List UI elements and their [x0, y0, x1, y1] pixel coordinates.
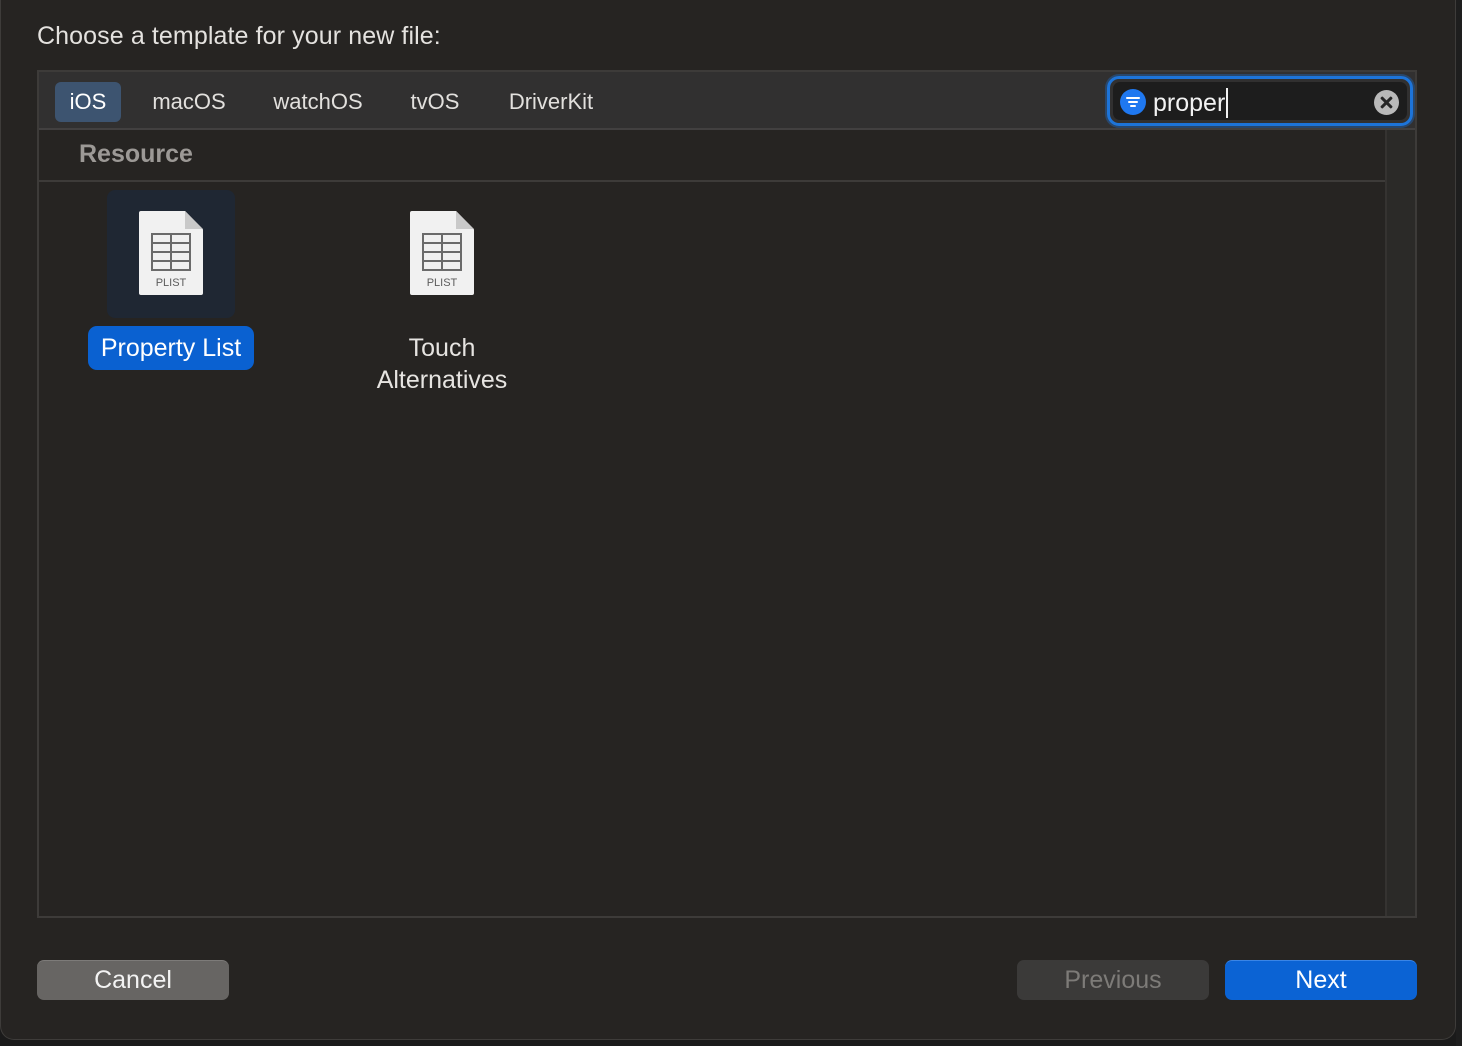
- tab-driverkit[interactable]: DriverKit: [495, 82, 607, 122]
- template-icon-tile[interactable]: PLIST: [378, 190, 506, 318]
- cancel-button[interactable]: Cancel: [37, 960, 229, 1000]
- clear-icon[interactable]: [1374, 90, 1399, 115]
- text-caret: [1226, 88, 1229, 118]
- table-grid-icon: [422, 233, 462, 271]
- template-name-line-2: Alternatives: [376, 366, 508, 394]
- scrollbar-track[interactable]: [1385, 130, 1415, 916]
- page-fold: [185, 211, 203, 229]
- filter-icon[interactable]: [1120, 89, 1146, 115]
- page-fold: [456, 211, 474, 229]
- template-name[interactable]: Touch Alternatives: [342, 332, 542, 396]
- dialog-heading: Choose a template for your new file:: [37, 22, 441, 50]
- platform-tab-bar: iOS macOS watchOS tvOS DriverKit proper: [39, 72, 1415, 130]
- filter-field-inner: proper: [1113, 82, 1407, 120]
- section-header: Resource: [39, 130, 1385, 182]
- file-type-label: PLIST: [155, 277, 187, 289]
- tab-ios[interactable]: iOS: [55, 82, 121, 122]
- filter-field[interactable]: proper: [1107, 76, 1413, 126]
- file-type-label: PLIST: [426, 277, 458, 289]
- tab-macos[interactable]: macOS: [139, 82, 239, 122]
- template-name-label: Property List: [87, 326, 255, 370]
- template-name[interactable]: Property List: [71, 326, 271, 370]
- template-chooser: iOS macOS watchOS tvOS DriverKit proper: [37, 70, 1417, 918]
- section-title: Resource: [79, 140, 193, 168]
- filter-input-value: proper: [1153, 89, 1226, 117]
- tab-watchos[interactable]: watchOS: [261, 82, 375, 122]
- template-name-line-1: Touch: [408, 334, 476, 362]
- new-file-dialog: Choose a template for your new file: iOS…: [0, 0, 1456, 1040]
- template-icon-tile[interactable]: PLIST: [107, 190, 235, 318]
- table-grid-icon: [151, 233, 191, 271]
- next-button[interactable]: Next: [1225, 960, 1417, 1000]
- filter-input[interactable]: proper: [1153, 87, 1229, 119]
- background-window-edge: [1456, 0, 1462, 1046]
- tab-tvos[interactable]: tvOS: [397, 82, 473, 122]
- previous-button[interactable]: Previous: [1017, 960, 1209, 1000]
